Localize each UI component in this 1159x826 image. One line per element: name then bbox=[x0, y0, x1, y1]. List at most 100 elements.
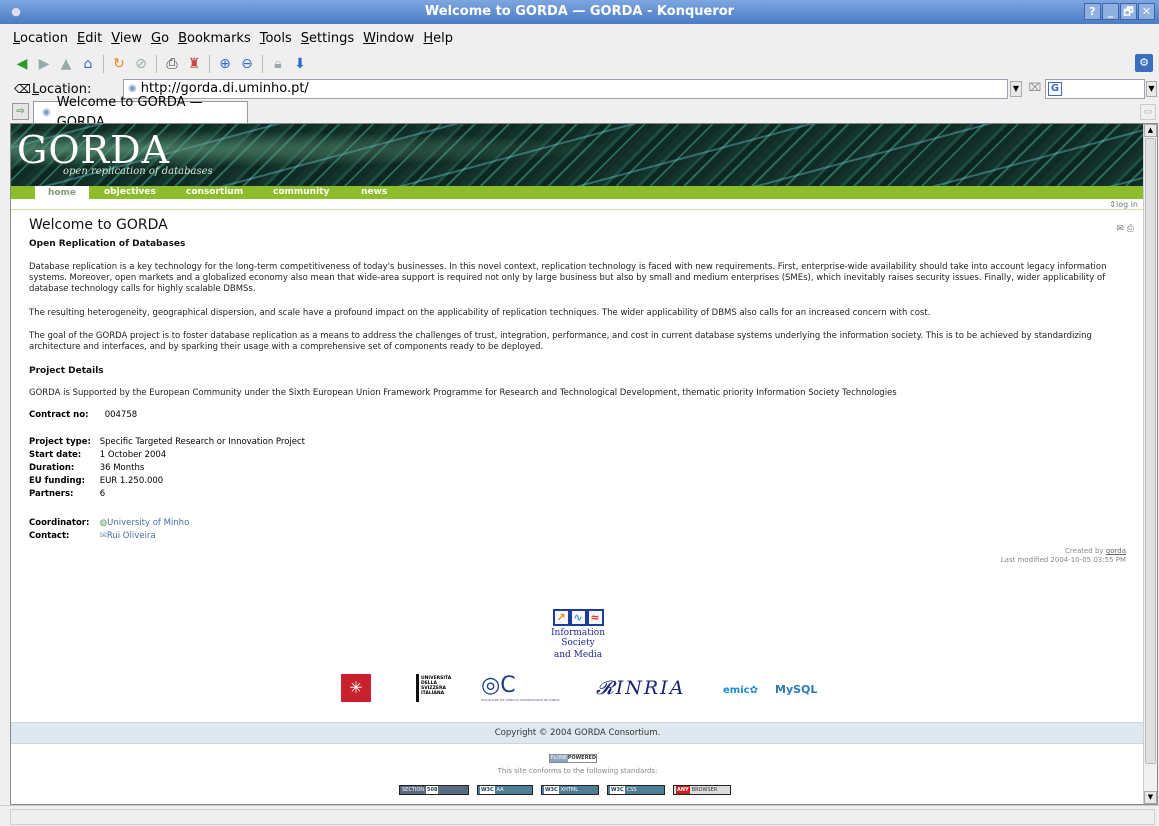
globe-icon: ◍ bbox=[99, 518, 108, 528]
css-label: CSS bbox=[626, 787, 637, 793]
close-button[interactable]: ✕ bbox=[1138, 3, 1155, 20]
menu-tools[interactable]: Tools bbox=[257, 31, 298, 46]
personal-bar bbox=[11, 199, 1144, 210]
print-page-icon[interactable]: ⎙ bbox=[1127, 224, 1134, 234]
menu-settings[interactable]: Settings bbox=[298, 31, 360, 46]
menu-help[interactable]: Help bbox=[420, 31, 459, 46]
paragraph-1: Database replication is a key technology… bbox=[29, 262, 1107, 294]
plone-badge-right: POWERED bbox=[567, 755, 596, 762]
url-history-dropdown[interactable]: ▼ bbox=[1010, 81, 1022, 97]
clear-location-icon[interactable]: ⌫ bbox=[14, 82, 31, 96]
uminho-logo[interactable]: ✳ bbox=[341, 674, 371, 702]
google-icon[interactable]: G bbox=[1048, 82, 1062, 96]
any-label: ANY bbox=[676, 786, 690, 794]
inria-logo[interactable]: 𝓡INRIA bbox=[596, 674, 711, 702]
login-label: log in bbox=[1115, 200, 1138, 209]
last-modified: Last modified 2004-10-05 03:55 PM bbox=[1000, 556, 1126, 564]
menu-bookmarks[interactable]: Bookmarks bbox=[175, 31, 257, 46]
minimize-button[interactable]: _ bbox=[1102, 3, 1119, 20]
clear-url-icon[interactable]: ⌧ bbox=[1027, 81, 1043, 97]
plone-powered-badge[interactable]: PLONE POWERED bbox=[549, 754, 597, 763]
emic-swirl-icon: ✿ bbox=[749, 685, 758, 696]
zoom-out-icon[interactable]: ⊖ bbox=[237, 54, 257, 74]
find-icon[interactable]: ♜ bbox=[184, 54, 204, 74]
reload-icon[interactable]: ↻ bbox=[109, 54, 129, 74]
ism-boxes: ↗ ∿ ≈ bbox=[533, 609, 623, 626]
w3c-label: W3C bbox=[610, 786, 625, 794]
xhtml-label: XHTML bbox=[560, 787, 579, 793]
scroll-down-button[interactable]: ▼ bbox=[1144, 791, 1157, 804]
fcul-logo[interactable]: ◎C FACULDADE DE CIÊNCIAS UNIVERSIDADE DE … bbox=[481, 674, 561, 703]
url-input[interactable]: ◉ http://gorda.di.uminho.pt/ bbox=[123, 79, 1008, 99]
ism-logo[interactable]: ↗ ∿ ≈ Information Society and Media bbox=[533, 609, 623, 660]
nav-consortium[interactable]: consortium bbox=[186, 186, 243, 199]
funding-value: EUR 1.250.000 bbox=[99, 476, 164, 486]
contact-value: Rui Oliveira bbox=[106, 531, 156, 541]
section-508-badge[interactable]: SECTION 508 bbox=[399, 785, 469, 795]
nav-objectives[interactable]: objectives bbox=[104, 186, 156, 199]
menu-location[interactable]: Location bbox=[10, 31, 74, 46]
search-input[interactable]: G bbox=[1045, 79, 1145, 99]
partners-label: Partners: bbox=[29, 489, 74, 499]
any-browser-badge[interactable]: ANY BROWSER bbox=[673, 785, 731, 795]
mail-icon[interactable]: ✉ bbox=[1116, 224, 1124, 234]
w3c-xhtml-badge[interactable]: W3C XHTML bbox=[541, 785, 599, 795]
menu-go[interactable]: Go bbox=[148, 31, 175, 46]
nav-community[interactable]: community bbox=[273, 186, 329, 199]
search-engine-dropdown[interactable]: ▼ bbox=[1146, 81, 1157, 97]
menu-window[interactable]: Window bbox=[360, 31, 420, 46]
menu-edit[interactable]: Edit bbox=[74, 31, 108, 46]
aa-label: AA bbox=[496, 787, 504, 793]
window-titlebar: ● Welcome to GORDA — GORDA - Konqueror ?… bbox=[0, 0, 1159, 24]
vertical-scrollbar[interactable]: ▲ ▼ bbox=[1143, 124, 1157, 804]
forward-icon[interactable]: ▶ bbox=[34, 54, 54, 74]
back-icon[interactable]: ◀ bbox=[12, 54, 32, 74]
app-icon: ● bbox=[11, 5, 21, 18]
scrollbar-thumb[interactable] bbox=[1145, 138, 1156, 764]
mail-icon: ✉ bbox=[99, 531, 107, 541]
menu-view[interactable]: View bbox=[108, 31, 148, 46]
new-tab-button[interactable]: ⇨ bbox=[12, 103, 29, 120]
toolbar-separator bbox=[103, 55, 104, 73]
status-text-area bbox=[10, 809, 1155, 825]
emic-logo[interactable]: emic✿ bbox=[723, 674, 763, 702]
partners-value: 6 bbox=[99, 489, 106, 499]
download-icon[interactable]: ⬇ bbox=[290, 54, 310, 74]
coordinator-link[interactable]: ◍University of Minho bbox=[100, 518, 190, 528]
stop-icon[interactable]: ⊘ bbox=[131, 54, 151, 74]
tab-bar: ⇨ ◉ Welcome to GORDA — GORDA ▭ bbox=[0, 95, 1159, 130]
inria-mark-icon: 𝓡 bbox=[596, 677, 616, 699]
toolbar-separator bbox=[209, 55, 210, 73]
wave-icon: ≈ bbox=[586, 609, 604, 626]
menubar: Location Edit View Go Bookmarks Tools Se… bbox=[0, 24, 1159, 52]
partners-row: Partners: 6 bbox=[29, 488, 105, 501]
maximize-button[interactable]: 🗗 bbox=[1120, 3, 1137, 20]
coordinator-value: University of Minho bbox=[107, 518, 190, 528]
help-button[interactable]: ? bbox=[1084, 3, 1101, 20]
status-bar bbox=[0, 805, 1159, 826]
nav-home[interactable]: home bbox=[35, 186, 89, 200]
copyright-footer: Copyright © 2004 GORDA Consortium. bbox=[11, 722, 1144, 744]
home-icon[interactable]: ⌂ bbox=[78, 54, 98, 74]
usi-logo[interactable]: UNIVERSITA DELLA SVIZZERA ITALIANA bbox=[416, 674, 456, 702]
site-logo[interactable]: GORDA bbox=[17, 129, 170, 171]
toolbar-separator bbox=[156, 55, 157, 73]
scroll-up-button[interactable]: ▲ bbox=[1144, 124, 1157, 137]
w3c-label: W3C bbox=[544, 786, 559, 794]
nav-news[interactable]: news bbox=[361, 186, 387, 199]
project-type-row: Project type: Specific Targeted Research… bbox=[29, 436, 305, 449]
zoom-in-icon[interactable]: ⊕ bbox=[215, 54, 235, 74]
up-icon[interactable]: ▲ bbox=[56, 54, 76, 74]
print-icon[interactable]: ⎙ bbox=[162, 54, 182, 74]
security-icon[interactable]: 🔒︎ bbox=[268, 54, 288, 74]
contract-label: Contract no: bbox=[29, 410, 89, 420]
w3c-aa-badge[interactable]: W3C AA bbox=[477, 785, 533, 795]
close-tab-button[interactable]: ▭ bbox=[1140, 104, 1156, 120]
contact-link[interactable]: ✉Rui Oliveira bbox=[100, 531, 156, 541]
login-link[interactable]: ⇕log in bbox=[1109, 199, 1138, 210]
tab-gorda[interactable]: ◉ Welcome to GORDA — GORDA bbox=[33, 95, 248, 130]
author-link[interactable]: gorda bbox=[1106, 547, 1126, 555]
w3c-css-badge[interactable]: W3C CSS bbox=[607, 785, 665, 795]
toolbar: ◀ ▶ ▲ ⌂ ↻ ⊘ ⎙ ♜ ⊕ ⊖ 🔒︎ ⬇ bbox=[0, 52, 1159, 76]
mysql-logo[interactable]: MySQL bbox=[775, 674, 825, 702]
